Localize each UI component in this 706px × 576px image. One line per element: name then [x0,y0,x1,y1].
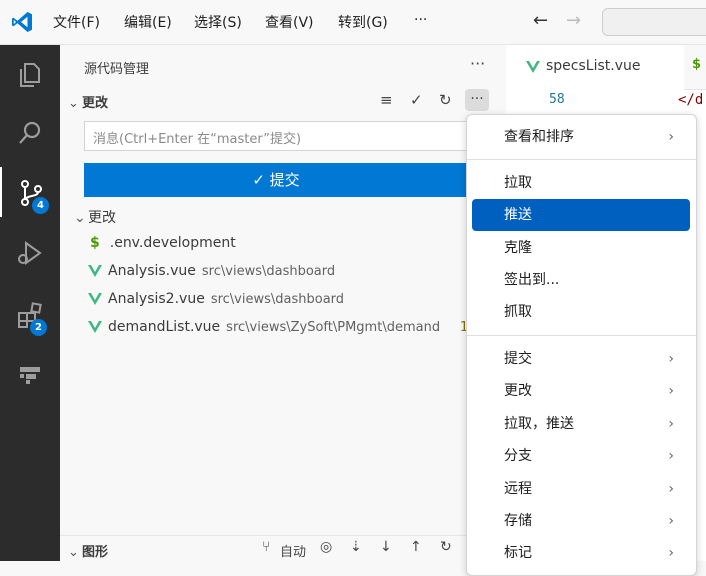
changed-file-item[interactable]: demandList.vue src\views\ZySoft\PMgmt\dem… [88,319,440,335]
extensions-activity[interactable]: 2 [0,289,60,339]
dollar-icon: $ [90,235,100,251]
back-arrow-icon[interactable]: ← [533,10,548,31]
extensions-badge: 2 [30,319,47,336]
branch-icon[interactable]: ⑂ [262,539,270,555]
line-number: 58 [549,92,565,107]
command-center-search[interactable] [602,8,706,36]
more-actions-button[interactable]: ··· [465,89,489,111]
commit-message-input[interactable]: 消息(Ctrl+Enter 在“master”提交) [84,121,468,151]
menu-selection[interactable]: 选择(S) [194,12,242,32]
pull-icon[interactable]: ↓ [380,539,392,555]
explorer-activity[interactable] [0,49,60,99]
chevron-right-icon: › [668,129,674,145]
files-icon [20,63,40,87]
vscode-logo-icon [12,12,32,32]
scm-badge: 4 [32,197,49,214]
remote-explorer-icon [20,367,40,384]
sidebar-more-button[interactable]: ··· [470,54,485,73]
refresh-icon[interactable]: ↻ [440,539,452,555]
menu-separator [467,335,696,336]
search-activity[interactable] [0,107,60,157]
file-name: demandList.vue [108,319,221,335]
forward-arrow-icon[interactable]: → [566,10,581,31]
refresh-icon[interactable]: ↻ [439,91,452,109]
source-control-sidebar: 源代码管理 ··· ⌄ 更改 ≡ ✓ ↻ ··· 消息(Ctrl+Enter 在“… [60,45,506,561]
changes-group-header[interactable]: ⌄ 更改 [74,207,116,227]
menu-item-checkout[interactable]: 签出到... [472,264,690,296]
vue-file-icon [88,265,102,277]
more-actions-menu: 查看和排序 › 拉取 推送 克隆 签出到... 抓取 提交 › 更改 › 拉取，推送 ›… [466,114,697,576]
dollar-icon: $ [692,57,702,72]
editor-tab[interactable]: specsList.vue [506,45,685,89]
commit-check-icon[interactable]: ✓ [410,91,423,109]
file-path: src\views\ZySoft\PMgmt\demand [226,320,441,335]
fetch-icon[interactable]: ⇣ [350,539,362,555]
menu-item-pull[interactable]: 拉取 [472,167,690,199]
section-label: 更改 [82,96,109,111]
menu-item-push[interactable]: 推送 [472,199,690,231]
changed-file-item[interactable]: $ .env.development [88,235,236,251]
menu-edit[interactable]: 编辑(E) [124,12,172,32]
push-icon[interactable]: ↑ [410,539,422,555]
menu-item-commit[interactable]: 提交 › [472,343,690,375]
menu-file[interactable]: 文件(F) [53,12,100,32]
commit-button-label: 提交 [269,171,300,189]
chevron-right-icon: › [668,545,674,561]
chevron-right-icon: › [668,351,674,367]
chevron-right-icon: › [668,513,674,529]
view-as-list-icon[interactable]: ≡ [380,91,393,109]
chevron-right-icon: › [668,481,674,497]
menu-item-stash[interactable]: 存储 › [472,505,690,537]
graph-section-header[interactable]: ⌄ 图形 ⑂ 自动 ◎ ⇣ ↓ ↑ ↻ [60,535,506,562]
menu-item-changes[interactable]: 更改 › [472,375,690,407]
file-name: Analysis2.vue [108,291,205,307]
file-path: src\views\dashboard [210,292,345,307]
vue-file-icon [88,293,102,305]
remote-explorer-activity[interactable] [0,347,60,397]
title-bar: 文件(F) 编辑(E) 选择(S) 查看(V) 转到(G) ··· ← → [0,0,706,45]
graph-label: 图形 [82,545,109,560]
menu-item-tags[interactable]: 标记 › [472,537,690,569]
menu-item-view-sort[interactable]: 查看和排序 › [472,121,690,153]
changed-file-item[interactable]: Analysis2.vue src\views\dashboard [88,291,344,307]
source-control-activity[interactable]: 4 [0,167,60,217]
menu-item-branch[interactable]: 分支 › [472,440,690,472]
vue-file-icon [526,61,540,73]
chevron-right-icon: › [668,448,674,464]
menu-more[interactable]: ··· [414,12,427,28]
search-icon [19,121,41,144]
menu-item-fetch[interactable]: 抓取 [472,296,690,328]
menu-item-remote[interactable]: 远程 › [472,473,690,505]
activity-bar: 4 2 [0,45,60,561]
chevron-right-icon: › [668,416,674,432]
menu-separator [467,159,696,160]
target-icon[interactable]: ◎ [320,539,332,555]
changes-group-label: 更改 [88,210,116,226]
changed-file-item[interactable]: Analysis.vue src\views\dashboard [88,263,335,279]
code-line[interactable]: </d [678,92,703,108]
menu-view[interactable]: 查看(V) [265,12,314,32]
run-debug-activity[interactable] [0,227,60,277]
check-icon: ✓ [252,171,265,189]
file-name: .env.development [109,235,236,251]
chevron-down-icon: ⌄ [74,210,86,226]
changes-section-header[interactable]: ⌄ 更改 [68,92,108,111]
editor-tab[interactable]: $ [684,45,706,90]
commit-button[interactable]: ✓ 提交 [84,163,468,197]
menu-go[interactable]: 转到(G) [338,12,388,32]
menu-item-clone[interactable]: 克隆 [472,232,690,264]
chevron-down-icon: ⌄ [68,545,79,560]
graph-auto-label[interactable]: 自动 [280,541,306,560]
sidebar-title: 源代码管理 [84,62,150,77]
run-debug-icon [18,241,42,265]
file-path: src\views\dashboard [201,264,336,279]
vue-file-icon [88,321,102,333]
menu-item-pull-push[interactable]: 拉取，推送 › [472,408,690,440]
chevron-right-icon: › [668,383,674,399]
tab-label: specsList.vue [546,58,641,74]
file-name: Analysis.vue [108,263,196,279]
chevron-down-icon: ⌄ [68,96,79,111]
